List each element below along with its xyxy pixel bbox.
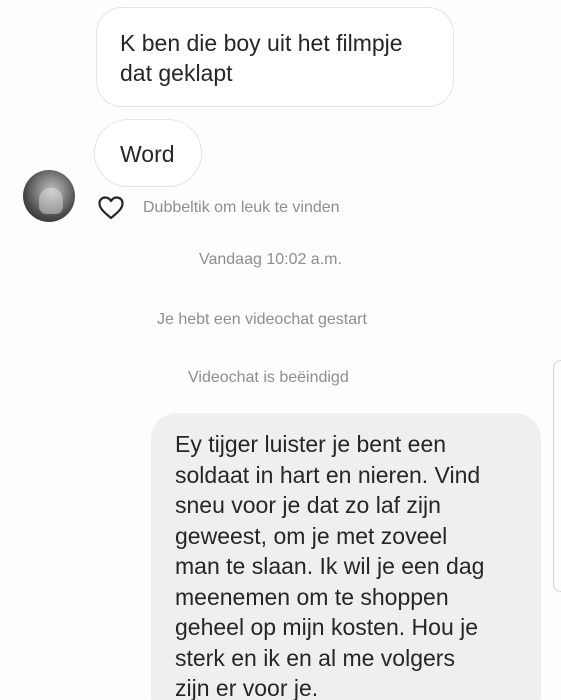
heart-outline-icon[interactable] (98, 196, 124, 220)
chat-thread[interactable]: K ben die boy uit het filmpje dat geklap… (0, 0, 561, 700)
message-text-line: Word (120, 141, 175, 167)
message-text-line: geweest, om je met zoveel (175, 522, 448, 549)
system-message-videochat-ended: Videochat is beëindigd (188, 369, 349, 386)
message-text-line: man te slaan. Ik wil je een dag (175, 553, 485, 579)
message-text-line: K ben die boy uit het filmpje (120, 30, 403, 56)
incoming-message-bubble[interactable]: K ben die boy uit het filmpje dat geklap… (96, 7, 454, 107)
message-text-line: zijn er voor je. (175, 675, 319, 700)
message-text-line: sterk en ik en al me volgers (175, 644, 455, 671)
message-text-line: geheel op mijn kosten. Hou je (175, 614, 479, 640)
message-text-line: Ey tijger luister je bent een (175, 431, 447, 457)
message-timestamp: Vandaag 10:02 a.m. (199, 251, 342, 268)
message-text-line: sneu voor je dat zo laf zijn (175, 492, 441, 518)
sender-avatar[interactable] (23, 170, 75, 222)
like-hint[interactable]: Dubbeltik om leuk te vinden (98, 195, 340, 221)
side-edge-panel (553, 360, 561, 592)
outgoing-message-bubble[interactable]: Ey tijger luister je bent een soldaat in… (151, 413, 541, 700)
incoming-message-bubble[interactable]: Word (94, 119, 202, 187)
system-message-videochat-started: Je hebt een videochat gestart (157, 311, 367, 328)
like-hint-text: Dubbeltik om leuk te vinden (143, 199, 340, 216)
message-text-line: meenemen om te shoppen (175, 583, 449, 610)
message-text-line: dat geklapt (120, 60, 233, 86)
message-text-line: soldaat in hart en nieren. Vind (175, 461, 481, 488)
